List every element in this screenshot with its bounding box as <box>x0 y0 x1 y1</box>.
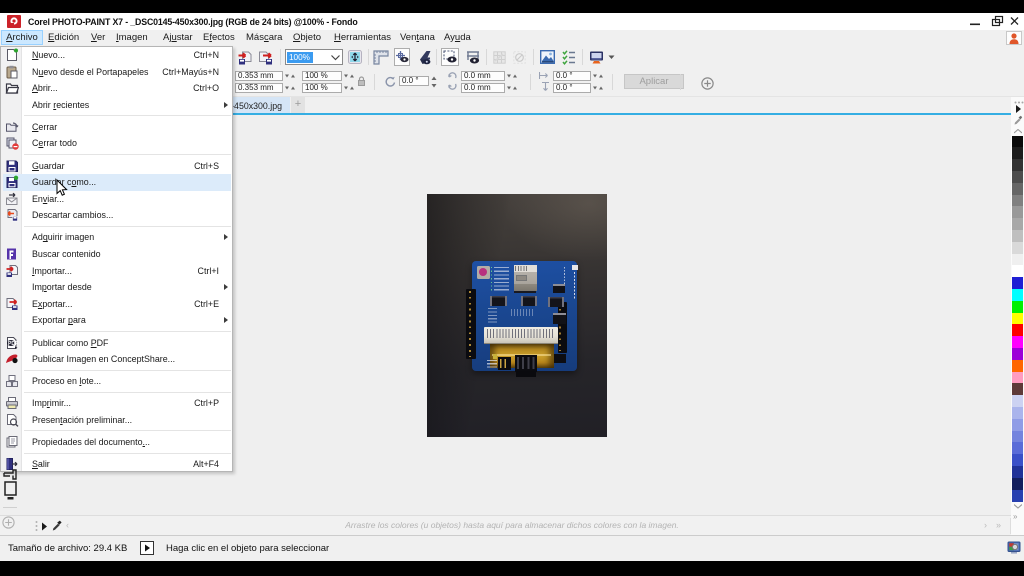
svg-text:PDF: PDF <box>8 341 18 347</box>
